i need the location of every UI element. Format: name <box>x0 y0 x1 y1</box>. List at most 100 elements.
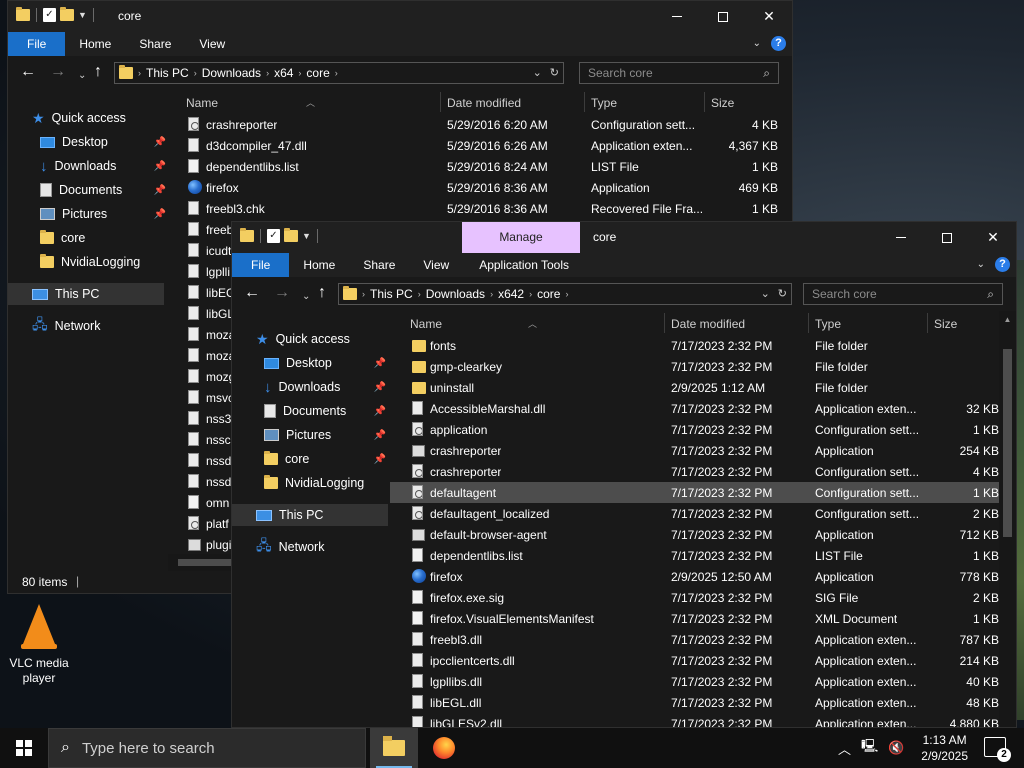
nav-item-pictures[interactable]: Pictures 📌 <box>40 203 166 225</box>
pin-icon[interactable]: 📌 <box>374 430 386 441</box>
help-icon[interactable]: ? <box>771 36 786 51</box>
nav-this-pc[interactable]: This PC <box>8 283 164 305</box>
table-row[interactable]: ipcclientcerts.dll 7/17/2023 2:32 PM Appli… <box>390 650 999 671</box>
vertical-scrollbar[interactable]: ▲ <box>999 311 1016 727</box>
back-arrow-icon[interactable]: ← <box>20 64 36 80</box>
scroll-up-icon[interactable]: ▲ <box>999 315 1016 324</box>
table-row[interactable]: freebl3.chk 5/29/2016 8:36 AM Recovered Fi… <box>168 198 792 219</box>
maximize-button[interactable] <box>924 222 970 253</box>
pin-icon[interactable]: 📌 <box>374 454 386 465</box>
table-row[interactable]: application 7/17/2023 2:32 PM Configuratio… <box>390 419 999 440</box>
breadcrumb-item[interactable]: Downloads <box>426 287 485 301</box>
address-bar[interactable]: › This PC › Downloads › x64 › core › ⌄ ↻ <box>114 62 564 84</box>
taskbar-search-input[interactable]: ⌕ Type here to search <box>48 728 366 768</box>
column-header-size[interactable]: Size <box>711 96 734 110</box>
column-header-name[interactable]: Name <box>410 317 442 331</box>
nav-network[interactable]: 🖧 Network <box>32 315 100 337</box>
tab-home[interactable]: Home <box>65 32 125 56</box>
forward-arrow-icon[interactable]: → <box>274 285 290 301</box>
up-arrow-icon[interactable]: ↑ <box>94 64 102 80</box>
network-status-icon[interactable]: 🖳 <box>861 737 878 759</box>
tab-application-tools[interactable]: Application Tools <box>463 253 585 277</box>
tab-file[interactable]: File <box>232 253 290 277</box>
pin-icon[interactable]: 📌 <box>374 358 386 369</box>
nav-item-pictures[interactable]: Pictures 📌 <box>264 424 386 446</box>
address-bar[interactable]: › This PC › Downloads › x642 › core › ⌄ … <box>338 283 792 305</box>
expand-ribbon-chevron-icon[interactable]: ⌄ <box>753 38 761 49</box>
column-header-date[interactable]: Date modified <box>671 317 745 331</box>
search-input[interactable]: Search core ⌕ <box>803 283 1003 305</box>
tab-view[interactable]: View <box>185 32 239 56</box>
table-row[interactable]: libEGL.dll 7/17/2023 2:32 PM Application e… <box>390 692 999 713</box>
tab-view[interactable]: View <box>409 253 463 277</box>
tab-home[interactable]: Home <box>289 253 349 277</box>
title-bar[interactable]: ✓ ▼ core ✕ <box>8 1 792 32</box>
address-dropdown-chevron-icon[interactable]: ⌄ <box>533 66 542 79</box>
nav-item-nvidialogging[interactable]: NvidiaLogging <box>264 472 364 494</box>
pin-icon[interactable]: 📌 <box>154 137 166 148</box>
nav-item-core[interactable]: core 📌 <box>264 448 386 470</box>
table-row[interactable]: libGLESv2.dll 7/17/2023 2:32 PM Applicatio… <box>390 713 999 727</box>
table-row[interactable]: firefox 5/29/2016 8:36 AM Application 469 K… <box>168 177 792 198</box>
table-row[interactable]: AccessibleMarshal.dll 7/17/2023 2:32 PM Ap… <box>390 398 999 419</box>
close-button[interactable]: ✕ <box>970 222 1016 253</box>
pin-icon[interactable]: 📌 <box>374 406 386 417</box>
title-bar[interactable]: ✓ ▼ Manage core ✕ <box>232 222 1016 253</box>
properties-icon[interactable]: ✓ <box>43 8 56 22</box>
breadcrumb-item[interactable]: x64 <box>274 66 293 80</box>
customize-toolbar-chevron-icon[interactable]: ▼ <box>302 231 311 241</box>
new-folder-icon[interactable] <box>284 228 298 242</box>
help-icon[interactable]: ? <box>995 257 1010 272</box>
table-row[interactable]: crashreporter 7/17/2023 2:32 PM Applicatio… <box>390 440 999 461</box>
show-hidden-icons-chevron-icon[interactable]: ︿ <box>838 739 851 758</box>
nav-item-desktop[interactable]: Desktop 📌 <box>264 352 386 374</box>
table-row[interactable]: default-browser-agent 7/17/2023 2:32 PM Ap… <box>390 524 999 545</box>
customize-toolbar-chevron-icon[interactable]: ▼ <box>78 10 87 20</box>
table-row[interactable]: freebl3.dll 7/17/2023 2:32 PM Application … <box>390 629 999 650</box>
nav-this-pc[interactable]: This PC <box>232 504 388 526</box>
address-dropdown-chevron-icon[interactable]: ⌄ <box>761 287 770 300</box>
recent-locations-chevron-icon[interactable]: ⌄ <box>302 289 310 305</box>
pin-icon[interactable]: 📌 <box>154 161 166 172</box>
table-row[interactable]: firefox.exe.sig 7/17/2023 2:32 PM SIG File… <box>390 587 999 608</box>
nav-item-documents[interactable]: Documents 📌 <box>264 400 386 422</box>
nav-item-downloads[interactable]: ↓ Downloads 📌 <box>264 376 386 398</box>
recent-locations-chevron-icon[interactable]: ⌄ <box>78 68 86 84</box>
desktop-icon-vlc[interactable]: VLC media player <box>4 600 74 686</box>
table-row[interactable]: defaultagent_localized 7/17/2023 2:32 PM C… <box>390 503 999 524</box>
table-row[interactable]: firefox.VisualElementsManifest 7/17/2023 … <box>390 608 999 629</box>
column-header-name[interactable]: Name <box>186 96 218 110</box>
taskbar-firefox[interactable] <box>420 728 468 768</box>
tab-file[interactable]: File <box>8 32 66 56</box>
table-row[interactable]: crashreporter 5/29/2016 6:20 AM Configurat… <box>168 114 792 135</box>
minimize-button[interactable] <box>878 222 924 253</box>
breadcrumb-item[interactable]: core <box>537 287 560 301</box>
nav-item-documents[interactable]: Documents 📌 <box>40 179 166 201</box>
table-row[interactable]: lgpllibs.dll 7/17/2023 2:32 PM Application… <box>390 671 999 692</box>
table-row[interactable]: gmp-clearkey 7/17/2023 2:32 PM File folder <box>390 356 999 377</box>
minimize-button[interactable] <box>654 1 700 32</box>
taskbar-file-explorer[interactable] <box>370 728 418 768</box>
search-input[interactable]: Search core ⌕ <box>579 62 779 84</box>
properties-icon[interactable]: ✓ <box>267 229 280 243</box>
column-header-size[interactable]: Size <box>934 317 957 331</box>
clock[interactable]: 1:13 AM 2/9/2025 <box>921 732 968 764</box>
breadcrumb-item[interactable]: This PC <box>370 287 413 301</box>
column-header-type[interactable]: Type <box>591 96 617 110</box>
tab-share[interactable]: Share <box>349 253 409 277</box>
nav-item-downloads[interactable]: ↓ Downloads 📌 <box>40 155 166 177</box>
column-header-type[interactable]: Type <box>815 317 841 331</box>
nav-quick-access[interactable]: ★ Quick access <box>32 107 126 129</box>
table-row[interactable]: uninstall 2/9/2025 1:12 AM File folder <box>390 377 999 398</box>
back-arrow-icon[interactable]: ← <box>244 285 260 301</box>
notification-center-icon[interactable]: 2 <box>984 737 1011 762</box>
breadcrumb-item[interactable]: Downloads <box>202 66 261 80</box>
breadcrumb-item[interactable]: x642 <box>498 287 524 301</box>
up-arrow-icon[interactable]: ↑ <box>318 285 326 301</box>
forward-arrow-icon[interactable]: → <box>50 64 66 80</box>
expand-ribbon-chevron-icon[interactable]: ⌄ <box>977 259 985 270</box>
nav-network[interactable]: 🖧 Network <box>256 536 324 558</box>
new-folder-icon[interactable] <box>60 7 74 21</box>
refresh-icon[interactable]: ↻ <box>778 287 787 300</box>
table-row[interactable]: dependentlibs.list 7/17/2023 2:32 PM LIST … <box>390 545 999 566</box>
